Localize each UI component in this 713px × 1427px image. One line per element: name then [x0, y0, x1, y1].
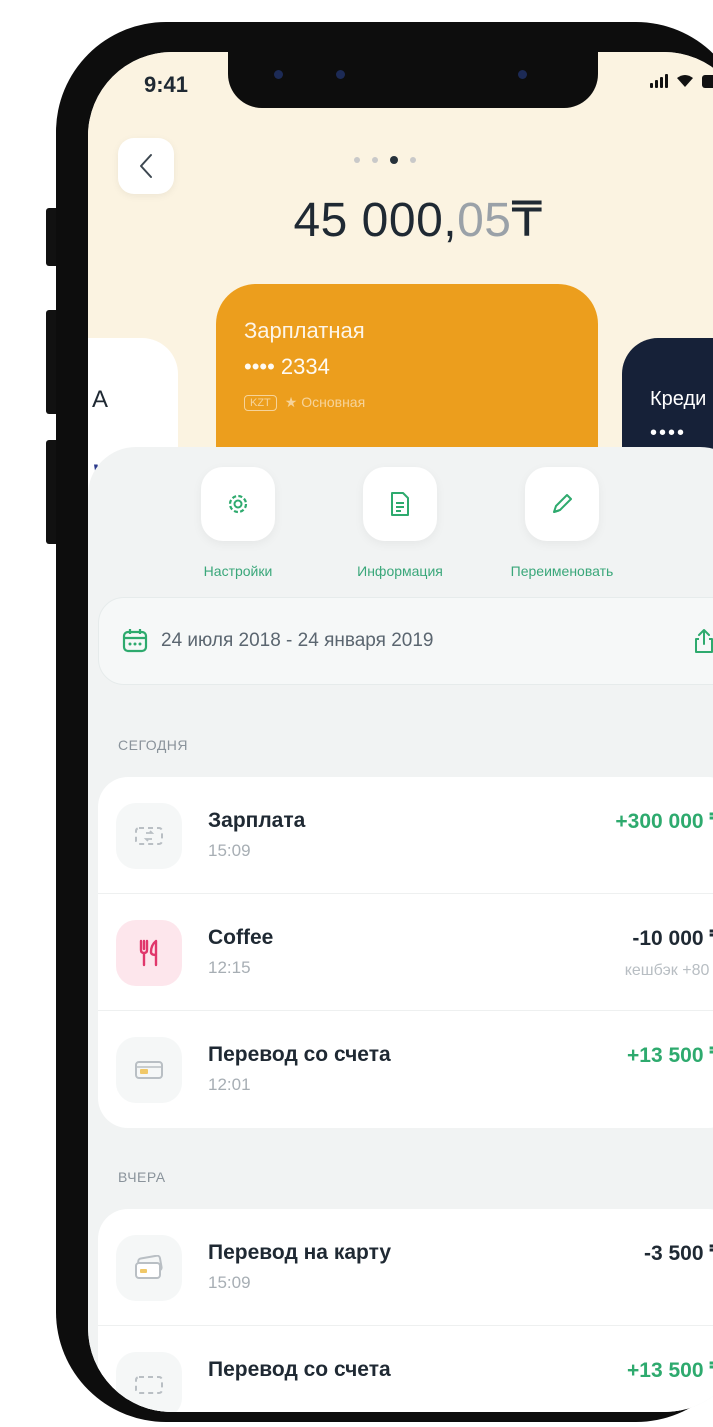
account-icon: [116, 1037, 182, 1103]
transaction-amount: +300 000 ₸: [615, 810, 713, 833]
camera-dot: [518, 70, 527, 79]
signal-icon: [650, 74, 668, 88]
transaction-group-today: Зарплата 15:09 +300 000 ₸ Coffee 12:15 -…: [98, 777, 713, 1128]
balance: 45 000,05₸: [88, 192, 713, 248]
card-icon: [116, 1235, 182, 1301]
info-label: Информация: [357, 563, 443, 579]
transaction-row[interactable]: Перевод со счета 12:01 +13 500 ₸: [98, 1011, 713, 1128]
sensor-dot: [336, 70, 345, 79]
fork-knife-icon: [116, 920, 182, 986]
card-right-number: ••••: [650, 422, 687, 444]
transaction-row[interactable]: Перевод на карту 15:09 -3 500 ₸: [98, 1209, 713, 1326]
cashback-text: кешбэк +80 ₸: [624, 962, 713, 979]
card-right-label: Креди: [650, 388, 707, 410]
transaction-row[interactable]: Coffee 12:15 -10 000 ₸ кешбэк +80 ₸: [98, 894, 713, 1011]
rename-label: Переименовать: [510, 563, 614, 579]
transaction-title: Coffee: [208, 926, 274, 949]
card-pager: [354, 156, 416, 164]
back-button[interactable]: [118, 138, 174, 194]
battery-icon: [702, 75, 713, 88]
info-action[interactable]: Информация: [330, 467, 470, 579]
section-label-today: СЕГОДНЯ: [118, 737, 189, 753]
transaction-amount: +13 500 ₸: [627, 1044, 713, 1067]
transfer-icon: [116, 803, 182, 869]
transaction-amount: -3 500 ₸: [644, 1242, 713, 1265]
sensor-dot: [274, 70, 283, 79]
balance-fraction: 05: [457, 194, 512, 247]
currency-chip: KZT: [244, 394, 277, 411]
transaction-time: 12:15: [208, 958, 251, 977]
transaction-title: Перевод со счета: [208, 1358, 391, 1381]
transaction-time: 15:09: [208, 841, 251, 860]
main-card-tag: ★ Основная: [284, 394, 366, 410]
settings-action[interactable]: Настройки: [168, 467, 308, 579]
period-selector[interactable]: 24 июля 2018 - 24 января 2019: [98, 597, 713, 685]
calendar-icon: [122, 629, 148, 653]
transaction-row[interactable]: Перевод со счета +13 500 ₸: [98, 1326, 713, 1412]
transaction-time: 15:09: [208, 1273, 251, 1292]
pager-dot[interactable]: [372, 157, 378, 163]
transaction-time: 12:01: [208, 1075, 251, 1094]
pager-dot[interactable]: [354, 157, 360, 163]
pencil-icon: [553, 494, 572, 513]
transaction-row[interactable]: Зарплата 15:09 +300 000 ₸: [98, 777, 713, 894]
transaction-group-yesterday: Перевод на карту 15:09 -3 500 ₸ Перевод …: [98, 1209, 713, 1412]
settings-label: Настройки: [203, 563, 273, 579]
card-name: Зарплатная: [244, 318, 365, 343]
gear-icon: [228, 494, 248, 514]
camera-notch: [228, 52, 598, 108]
transfer-icon: [116, 1352, 182, 1412]
status-icons: [650, 74, 713, 88]
details-panel: Настройки Информация Переименовать 24 ию…: [88, 447, 713, 1412]
wifi-icon: [676, 74, 694, 88]
status-time: 9:41: [144, 72, 189, 97]
app-screen: 9:41 45 000,05₸ A VI Зарплатная •••• 233…: [88, 52, 713, 1412]
pager-dot[interactable]: [410, 157, 416, 163]
rename-action[interactable]: Переименовать: [492, 467, 632, 579]
section-label-yesterday: ВЧЕРА: [118, 1169, 166, 1185]
transaction-title: Перевод со счета: [208, 1043, 391, 1066]
card-number: •••• 2334: [244, 354, 330, 379]
info-button[interactable]: [363, 467, 437, 541]
pager-dot-active[interactable]: [390, 156, 398, 164]
card-tags: KZT ★ Основная: [244, 394, 570, 411]
transaction-title: Перевод на карту: [208, 1241, 392, 1264]
share-icon[interactable]: [693, 628, 713, 654]
balance-currency: ₸: [511, 194, 543, 247]
chevron-left-icon: [140, 154, 152, 178]
settings-button[interactable]: [201, 467, 275, 541]
transaction-amount: -10 000 ₸: [632, 927, 713, 950]
balance-main: 45 000,: [293, 194, 458, 247]
period-text: 24 июля 2018 - 24 января 2019: [161, 630, 434, 651]
document-icon: [391, 492, 409, 516]
card-left-label: A: [92, 386, 109, 413]
transaction-amount: +13 500 ₸: [627, 1359, 713, 1382]
rename-button[interactable]: [525, 467, 599, 541]
transaction-title: Зарплата: [208, 809, 306, 832]
